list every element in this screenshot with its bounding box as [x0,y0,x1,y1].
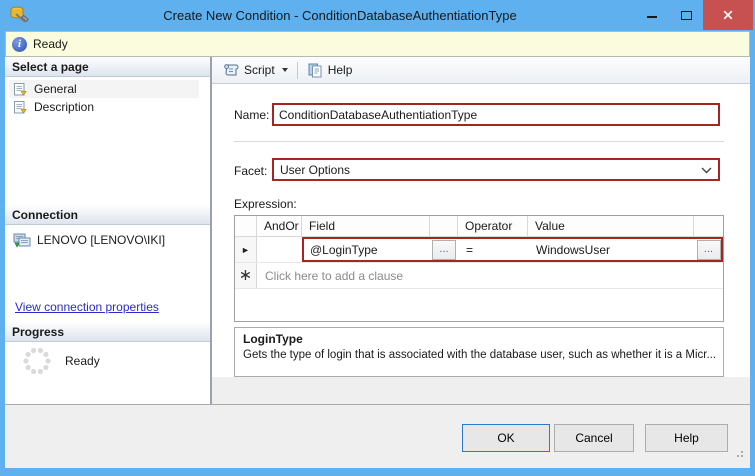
sidebar-item-description[interactable]: Description [9,98,199,116]
operator-cell[interactable]: = [458,237,528,262]
facet-selected-value: User Options [280,163,350,177]
toolbar-separator [297,62,298,79]
connection-header: Connection [5,205,210,225]
andor-cell[interactable] [257,237,302,262]
maximize-button[interactable] [669,0,703,30]
grid-header-field-button-col [430,216,458,236]
grid-header-selector [235,216,257,236]
info-icon: i [12,37,27,52]
new-row-asterisk-icon: ∗ [239,271,252,281]
ok-button[interactable]: OK [462,424,550,452]
toolbar: Script Help [212,57,750,84]
connection-server: LENOVO [LENOVO\IKI] [13,230,207,250]
sidebar: Select a page General Description Connec… [5,57,211,404]
help-doc-icon [307,62,323,78]
status-bar: i Ready [5,31,750,57]
page-icon [13,82,28,97]
resize-grip[interactable] [741,455,743,457]
facet-label: Facet: [234,163,267,179]
grid-header-andor: AndOr [257,216,302,236]
minimize-icon [647,16,657,18]
value-cell[interactable]: WindowsUser [528,237,694,262]
minimize-button[interactable] [635,0,669,30]
name-input[interactable] [272,103,720,126]
titlebar: Create New Condition - ConditionDatabase… [0,0,755,31]
field-description-box: LoginType Gets the type of login that is… [234,327,724,377]
status-text: Ready [33,37,68,51]
description-title: LoginType [243,332,715,346]
facet-dropdown[interactable]: User Options [272,158,720,181]
close-button[interactable] [703,0,753,30]
new-row-selector-cell: ∗ [235,263,257,288]
grid-header-field: Field [302,216,430,236]
server-connection-icon [13,233,31,248]
page-icon [13,100,28,115]
maximize-icon [681,11,692,20]
grid-header-row: AndOr Field Operator Value [235,216,723,237]
sidebar-item-label: General [34,82,77,96]
main-pane: Script Help Name: Facet: User Options [212,57,750,404]
help-button[interactable]: Help [301,59,359,81]
chevron-down-icon [701,167,712,174]
grid-header-value-button-col [694,216,723,236]
new-clause-row[interactable]: ∗ Click here to add a clause [235,263,723,289]
expression-row[interactable]: ► @LoginType ... = WindowsUser ... [235,237,723,263]
policy-condition-icon [9,5,29,25]
spinner-icon [21,345,53,380]
expression-grid: AndOr Field Operator Value ► @LoginType … [234,215,724,322]
script-scroll-icon [223,62,239,78]
value-ellipsis-button[interactable]: ... [697,240,721,260]
script-label: Script [244,63,275,77]
footer: OK Cancel Help [5,404,750,468]
create-condition-dialog: Create New Condition - ConditionDatabase… [0,0,755,476]
current-row-arrow-icon: ► [241,245,250,255]
server-name: LENOVO [LENOVO\IKI] [37,233,165,247]
field-ellipsis-button[interactable]: ... [432,240,456,260]
sidebar-item-general[interactable]: General [9,80,199,98]
script-button[interactable]: Script [217,59,294,81]
cancel-button[interactable]: Cancel [554,424,634,452]
window-title: Create New Condition - ConditionDatabase… [40,0,640,31]
chevron-down-icon [282,68,288,72]
field-cell[interactable]: @LoginType [302,237,430,262]
separator [234,141,724,142]
help-button-footer[interactable]: Help [645,424,728,452]
view-connection-properties-link[interactable]: View connection properties [15,300,159,314]
grid-header-operator: Operator [458,216,528,236]
name-label: Name: [234,107,269,123]
close-icon [721,8,735,22]
row-selector-cell: ► [235,237,257,262]
expression-label: Expression: [234,196,297,212]
add-clause-placeholder[interactable]: Click here to add a clause [257,263,723,288]
value-button-cell: ... [694,237,723,262]
help-label: Help [328,63,353,77]
progress-header: Progress [5,322,210,342]
description-text: Gets the type of login that is associate… [243,349,715,361]
window-controls [635,0,753,30]
field-button-cell: ... [430,237,458,262]
progress-status: Ready [65,354,100,368]
select-a-page-header: Select a page [5,57,210,77]
sidebar-item-label: Description [34,100,94,114]
grid-header-value: Value [528,216,694,236]
